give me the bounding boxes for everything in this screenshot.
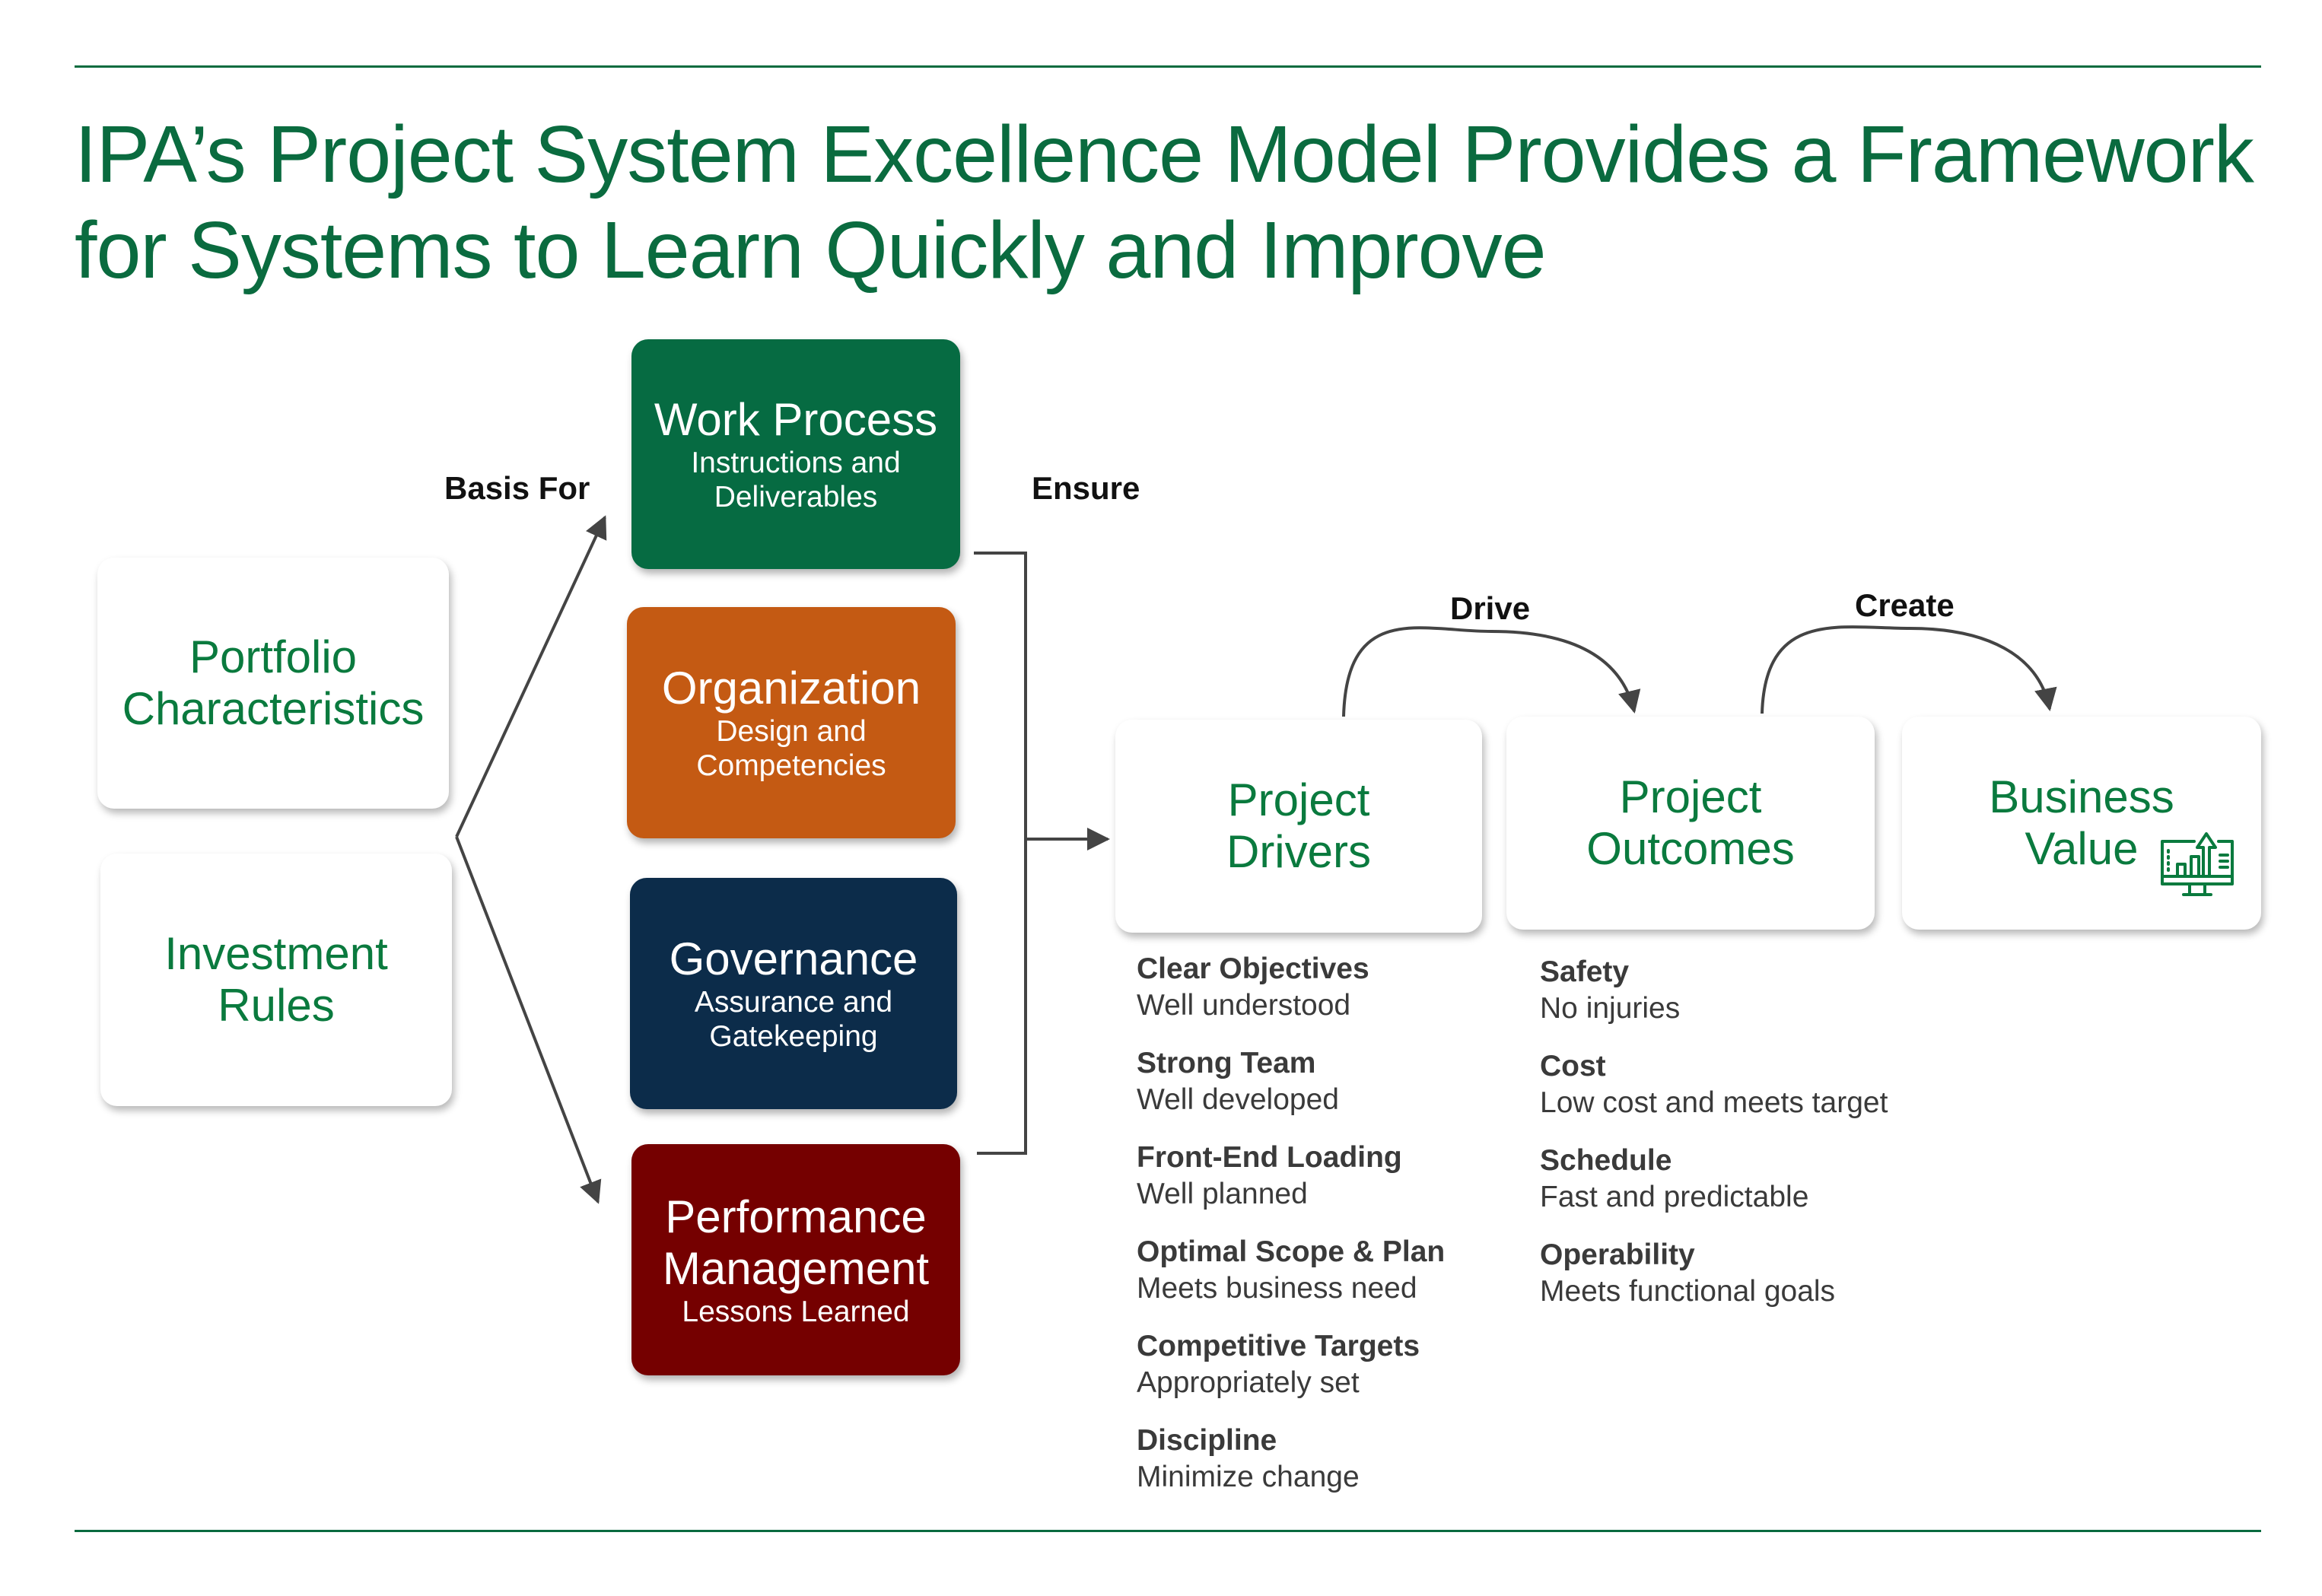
system-box-title: Organization xyxy=(661,663,921,714)
list-item: Cost Low cost and meets target xyxy=(1540,1048,1888,1121)
list-item: Optimal Scope & Plan Meets business need xyxy=(1137,1234,1445,1307)
system-box-title: Governance xyxy=(669,933,918,984)
stage-box-project-drivers: Project Drivers xyxy=(1115,720,1482,933)
create-label: Create xyxy=(1855,587,1955,623)
system-box-governance: Governance Assurance and Gatekeeping xyxy=(630,878,957,1109)
outcome-detail: Fast and predictable xyxy=(1540,1181,1809,1213)
stage-label: Project Drivers xyxy=(1226,774,1371,877)
ensure-label: Ensure xyxy=(1032,470,1140,506)
driver-detail: Well understood xyxy=(1137,989,1351,1022)
list-item: Safety No injuries xyxy=(1540,954,1888,1027)
system-box-title: Work Process xyxy=(654,394,938,445)
input-label: Portfolio Characteristics xyxy=(122,631,425,734)
stage-label: Project Outcomes xyxy=(1586,771,1795,874)
driver-heading: Competitive Targets xyxy=(1137,1330,1420,1362)
list-item: Clear Objectives Well understood xyxy=(1137,951,1445,1024)
basis-for-label: Basis For xyxy=(444,470,590,506)
driver-detail: Minimize change xyxy=(1137,1461,1360,1493)
outcome-heading: Safety xyxy=(1540,955,1630,988)
list-item: Operability Meets functional goals xyxy=(1540,1237,1888,1310)
system-box-title: Performance Management xyxy=(662,1191,930,1294)
input-box-investment-rules: Investment Rules xyxy=(100,854,452,1106)
outcome-heading: Cost xyxy=(1540,1050,1606,1083)
system-box-subtitle: Assurance and Gatekeeping xyxy=(694,986,893,1053)
drive-label: Drive xyxy=(1450,590,1531,626)
stage-box-business-value: Business Value xyxy=(1902,717,2261,930)
outcome-heading: Operability xyxy=(1540,1238,1695,1271)
system-box-subtitle: Instructions and Deliverables xyxy=(691,447,901,513)
driver-heading: Optimal Scope & Plan xyxy=(1137,1235,1446,1268)
outcome-heading: Schedule xyxy=(1540,1144,1672,1177)
outcome-detail: Low cost and meets target xyxy=(1540,1086,1888,1119)
system-box-performance-management: Performance Management Lessons Learned xyxy=(631,1144,960,1375)
driver-detail: Well planned xyxy=(1137,1178,1308,1210)
drivers-list: Clear Objectives Well understood Strong … xyxy=(1137,951,1445,1517)
list-item: Competitive Targets Appropriately set xyxy=(1137,1328,1445,1401)
drive-arc xyxy=(1342,626,1641,717)
input-label: Investment Rules xyxy=(164,928,388,1031)
system-box-subtitle: Design and Competencies xyxy=(696,715,886,782)
driver-detail: Meets business need xyxy=(1137,1272,1417,1305)
driver-heading: Front-End Loading xyxy=(1137,1141,1402,1174)
system-box-organization: Organization Design and Competencies xyxy=(627,607,956,838)
list-item: Schedule Fast and predictable xyxy=(1540,1143,1888,1216)
outcomes-list: Safety No injuries Cost Low cost and mee… xyxy=(1540,954,1888,1331)
driver-detail: Well developed xyxy=(1137,1083,1339,1116)
list-item: Strong Team Well developed xyxy=(1137,1045,1445,1118)
system-box-subtitle: Lessons Learned xyxy=(682,1295,910,1328)
list-item: Discipline Minimize change xyxy=(1137,1423,1445,1496)
input-box-portfolio-characteristics: Portfolio Characteristics xyxy=(97,558,449,809)
basis-for-arrow-down xyxy=(455,836,602,1204)
driver-heading: Clear Objectives xyxy=(1137,952,1369,985)
chart-monitor-icon xyxy=(2159,831,2238,908)
ensure-bracket xyxy=(974,552,1027,1155)
outcome-detail: No injuries xyxy=(1540,992,1681,1025)
basis-for-arrow-up xyxy=(455,515,607,838)
driver-heading: Strong Team xyxy=(1137,1047,1316,1079)
system-box-work-process: Work Process Instructions and Deliverabl… xyxy=(631,339,960,569)
stage-box-project-outcomes: Project Outcomes xyxy=(1506,717,1875,930)
driver-detail: Appropriately set xyxy=(1137,1366,1360,1399)
create-arc xyxy=(1761,625,2057,714)
list-item: Front-End Loading Well planned xyxy=(1137,1140,1445,1213)
driver-heading: Discipline xyxy=(1137,1424,1277,1457)
outcome-detail: Meets functional goals xyxy=(1540,1275,1836,1308)
stage-label: Business Value xyxy=(1989,771,2174,874)
